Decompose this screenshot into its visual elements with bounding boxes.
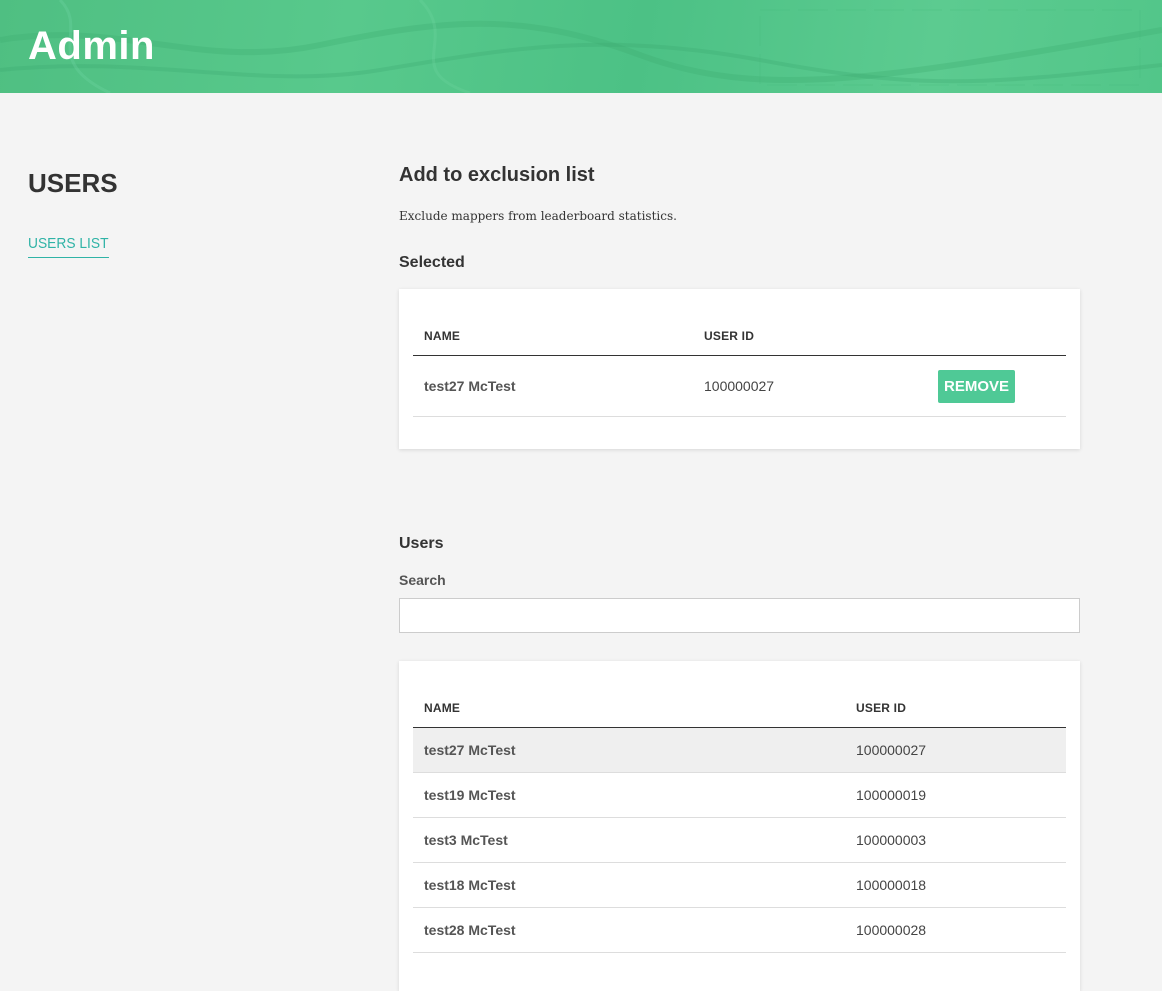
column-header-name: NAME <box>413 689 845 728</box>
row-name: test27 McTest <box>413 355 693 417</box>
page-title: Admin <box>28 24 155 68</box>
sidebar-item-users-list[interactable]: USERS LIST <box>28 235 109 258</box>
table-row[interactable]: test18 McTest 100000018 <box>413 862 1066 908</box>
row-user-id: 100000027 <box>693 355 927 417</box>
table-row[interactable]: test19 McTest 100000019 <box>413 772 1066 818</box>
row-user-id: 100000028 <box>845 907 1066 953</box>
row-name: test27 McTest <box>413 727 845 773</box>
row-actions: REMOVE <box>927 355 1066 417</box>
users-table: NAME USER ID test27 McTest 100000027 tes… <box>413 689 1066 953</box>
selected-table-header: NAME USER ID <box>413 317 1066 356</box>
header-map-background <box>0 0 1162 93</box>
sidebar: USERS USERS LIST <box>28 168 328 258</box>
remove-button[interactable]: REMOVE <box>938 369 1016 403</box>
search-input[interactable] <box>399 598 1080 633</box>
row-name: test18 McTest <box>413 862 845 908</box>
table-row: test27 McTest 100000027 REMOVE <box>413 355 1066 417</box>
selected-title: Selected <box>399 254 465 271</box>
exclusion-title: Add to exclusion list <box>399 164 595 186</box>
exclusion-description: Exclude mappers from leaderboard statist… <box>399 209 677 223</box>
search-label: Search <box>399 572 446 588</box>
column-header-user-id: USER ID <box>845 689 1066 728</box>
column-header-user-id: USER ID <box>693 317 927 356</box>
users-table-header: NAME USER ID <box>413 689 1066 728</box>
selected-card: NAME USER ID test27 McTest 100000027 REM… <box>399 289 1080 449</box>
column-header-actions <box>927 317 1066 356</box>
row-name: test19 McTest <box>413 772 845 818</box>
row-name: test3 McTest <box>413 817 845 863</box>
selected-table: NAME USER ID test27 McTest 100000027 REM… <box>413 317 1066 417</box>
table-row[interactable]: test3 McTest 100000003 <box>413 817 1066 863</box>
sidebar-section-title: USERS <box>28 168 118 198</box>
row-user-id: 100000027 <box>845 727 1066 773</box>
column-header-name: NAME <box>413 317 693 356</box>
main-content: Add to exclusion list Exclude mappers fr… <box>399 164 1080 991</box>
row-user-id: 100000003 <box>845 817 1066 863</box>
table-row[interactable]: test27 McTest 100000027 <box>413 727 1066 773</box>
row-name: test28 McTest <box>413 907 845 953</box>
page-header: Admin <box>0 0 1162 93</box>
users-card: NAME USER ID test27 McTest 100000027 tes… <box>399 661 1080 991</box>
row-user-id: 100000019 <box>845 772 1066 818</box>
users-title: Users <box>399 535 444 552</box>
row-user-id: 100000018 <box>845 862 1066 908</box>
table-row[interactable]: test28 McTest 100000028 <box>413 907 1066 953</box>
